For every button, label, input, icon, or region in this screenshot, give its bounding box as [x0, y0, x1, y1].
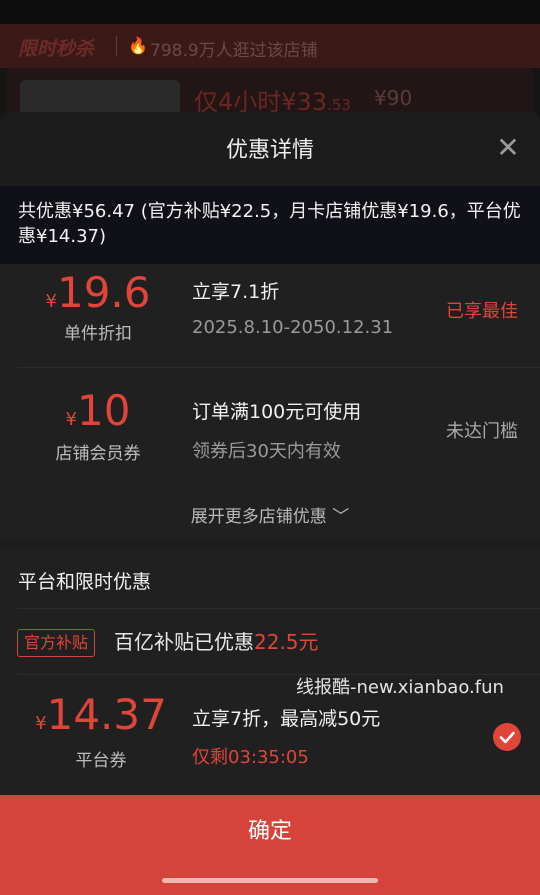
- subsidy-text: 百亿补贴已优惠22.5元: [114, 630, 319, 654]
- coupon-title: 订单满100元可使用: [192, 401, 362, 423]
- flash-sale-logo: 限时秒杀: [18, 38, 95, 60]
- sheet-title: 优惠详情: [225, 138, 314, 163]
- original-price: ¥90: [374, 86, 413, 110]
- fire-icon: 🔥: [128, 36, 148, 55]
- banner-divider: [116, 36, 117, 56]
- status-bar: [0, 0, 540, 24]
- flash-sale-banner: 限时秒杀 🔥 798.9万人逛过该店铺: [0, 24, 540, 68]
- expand-more-store-offers-button[interactable]: 展开更多店铺优惠 ﹀: [0, 502, 540, 527]
- coupon-validity: 领券后30天内有效: [192, 441, 341, 462]
- platform-section-title: 平台和限时优惠: [18, 571, 152, 593]
- platform-coupon-amount: ¥14.37: [35, 690, 167, 739]
- selected-checkbox[interactable]: [493, 723, 521, 751]
- coupon-status: 未达门槛: [446, 421, 518, 442]
- divider: [18, 367, 540, 368]
- coupon-amount: ¥10: [65, 386, 131, 435]
- close-button[interactable]: ✕: [490, 132, 526, 164]
- store-visits: 798.9万人逛过该店铺: [150, 41, 318, 61]
- offer-title: 立享7.1折: [192, 281, 280, 303]
- coupon-type-label: 店铺会员券: [55, 444, 141, 464]
- platform-coupon-title: 立享7折，最高减50元: [192, 708, 381, 730]
- close-icon: ✕: [496, 131, 520, 164]
- offer-amount: ¥19.6: [45, 268, 151, 317]
- platform-coupon-label: 平台券: [75, 751, 127, 771]
- check-icon: [499, 731, 515, 744]
- divider: [18, 608, 540, 609]
- official-subsidy-badge: 官方补贴: [17, 629, 96, 657]
- offer-type-label: 单件折扣: [64, 324, 132, 344]
- offer-status-best: 已享最佳: [446, 301, 518, 322]
- watermark-text: 线报酷-new.xianbao.fun: [296, 677, 504, 698]
- product-summary: 仅4小时¥33.53 ¥90: [6, 68, 534, 120]
- offer-validity: 2025.8.10-2050.12.31: [192, 317, 394, 338]
- discount-summary-text: 共优惠¥56.47 (官方补贴¥22.5，月卡店铺优惠¥19.6，平台优惠¥14…: [18, 201, 521, 247]
- home-indicator: [162, 878, 378, 883]
- store-offers-card: ¥19.6 单件折扣 立享7.1折 2025.8.10-2050.12.31 已…: [0, 264, 540, 539]
- platform-coupon-countdown: 仅剩03:35:05: [192, 747, 309, 768]
